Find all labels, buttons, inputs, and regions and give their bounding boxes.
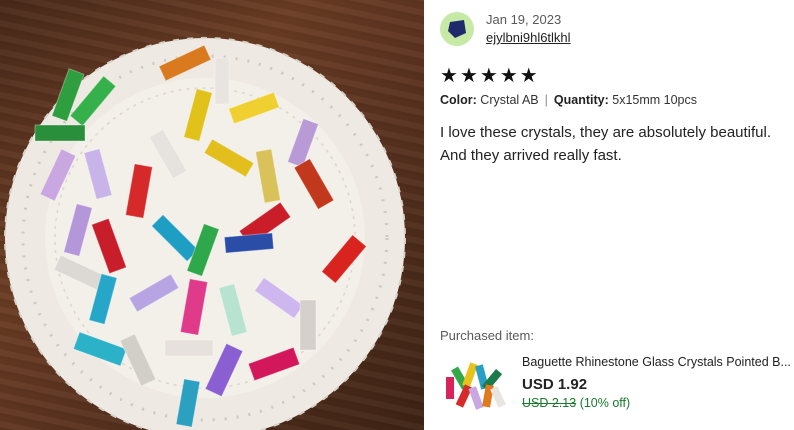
reviewer-username-link[interactable]: ejylbni9hl6tlkhl bbox=[486, 30, 571, 45]
crystals-on-doily-image bbox=[4, 37, 406, 430]
avatar[interactable] bbox=[440, 12, 474, 46]
purchased-item-price: USD 1.92 bbox=[522, 376, 588, 393]
review-date: Jan 19, 2023 bbox=[486, 12, 562, 27]
price-discount-row: USD 2.13 (10% off) bbox=[522, 396, 630, 410]
review-text: I love these crystals, they are absolute… bbox=[440, 124, 772, 164]
quantity-value: 5x15mm 10pcs bbox=[612, 93, 698, 107]
review-photo[interactable] bbox=[0, 0, 424, 430]
star-icon: ★ bbox=[459, 65, 478, 87]
purchased-item-title-link[interactable]: Baguette Rhinestone Glass Crystals Point… bbox=[522, 355, 794, 369]
separator: | bbox=[544, 93, 548, 107]
variation-info: Color: Crystal AB | Quantity: 5x15mm 10pcs bbox=[440, 93, 697, 107]
discount-badge: (10% off) bbox=[579, 396, 631, 410]
quantity-label: Quantity: bbox=[553, 93, 609, 107]
star-icon: ★ bbox=[519, 65, 538, 87]
color-label: Color: bbox=[440, 93, 477, 107]
star-icon: ★ bbox=[440, 65, 458, 87]
star-icon: ★ bbox=[499, 65, 518, 87]
review-details: Jan 19, 2023 ejylbni9hl6tlkhl ★ ★ ★ ★ ★ … bbox=[424, 0, 794, 430]
pentagon-icon bbox=[448, 20, 466, 38]
purchased-item-label: Purchased item: bbox=[440, 328, 534, 343]
original-price: USD 2.13 bbox=[522, 396, 577, 410]
star-icon: ★ bbox=[479, 65, 498, 87]
star-rating: ★ ★ ★ ★ ★ bbox=[440, 66, 538, 86]
crystals-thumbnail-image bbox=[446, 362, 506, 410]
review-card: Jan 19, 2023 ejylbni9hl6tlkhl ★ ★ ★ ★ ★ … bbox=[0, 0, 794, 430]
purchased-item-thumbnail[interactable] bbox=[442, 357, 508, 411]
color-value: Crystal AB bbox=[480, 93, 539, 107]
